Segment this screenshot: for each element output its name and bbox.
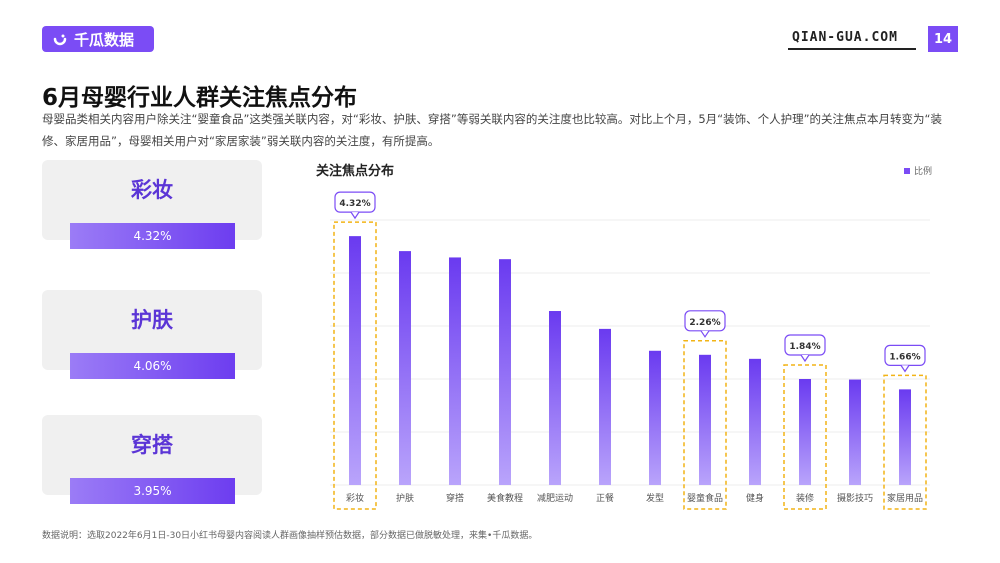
bar-1 [349,236,361,485]
bar-3 [449,257,461,485]
footnote: 数据说明：选取2022年6月1日-30日小红书母婴内容阅读人群画像抽样预估数据，… [42,531,538,541]
x-tick-label: 减肥运动 [537,492,573,504]
card-value: 4.32% [70,223,235,249]
callout-pointer [350,211,360,220]
page-title: 6月母婴行业人群关注焦点分布 [42,85,358,111]
bar-10 [799,379,811,485]
page-description: 母婴品类相关内容用户除关注“婴童食品”这类强关联内容，对“彩妆、护肤、穿搭”等弱… [42,112,943,148]
x-tick-label: 护肤 [396,492,414,504]
bar-12 [899,389,911,485]
brand-logo: 千瓜数据 [42,26,154,52]
chart-title: 关注焦点分布 [316,164,395,179]
brand-name: 千瓜数据 [74,30,135,49]
data-label: 1.84% [789,342,820,352]
page-number: 14 [928,26,958,52]
x-tick-label: 发型 [646,492,664,504]
bar-2 [399,251,411,485]
bar-8 [699,354,711,485]
site-url: QIAN-GUA.COM [792,30,898,45]
legend-swatch [904,167,910,174]
callout-pointer [700,330,710,338]
data-label: 2.26% [689,318,720,328]
site-underline [788,48,916,50]
bar-9 [749,358,761,485]
x-tick-label: 健身 [746,492,764,504]
x-tick-label: 美食教程 [487,492,523,504]
x-tick-label: 家居用品 [887,492,923,504]
data-label: 1.66% [889,352,920,362]
card-label: 穿搭 [131,433,173,457]
logo-icon [53,34,67,46]
callout-pointer [900,365,910,373]
card-value: 3.95% [70,478,235,504]
highlight-card-1: 彩妆 4.32% [42,160,262,249]
callout-pointer [800,354,810,363]
x-tick-label: 装修 [796,492,814,504]
x-tick-label: 彩妆 [346,492,364,504]
bar-4 [499,259,511,485]
highlight-card-2: 护肤 4.06% [42,290,262,379]
card-label: 护肤 [131,308,173,332]
chart-legend: 比例 [904,164,932,177]
card-label: 彩妆 [131,178,173,202]
x-tick-label: 婴童食品 [687,492,723,504]
x-tick-label: 摄影技巧 [837,492,873,504]
card-value: 4.06% [70,353,235,379]
bar-11 [849,379,861,485]
bar-5 [549,311,561,485]
bar-7 [649,350,661,485]
x-tick-label: 正餐 [596,492,614,504]
bar-chart: 彩妆 4.32% 护肤 穿搭 美食教程 减肥运动 正餐 发型 婴童食品 2.26% 健身 装修 1.84… [330,191,930,510]
x-tick-label: 穿搭 [446,492,464,504]
highlight-card-3: 穿搭 3.95% [42,415,262,504]
data-label: 4.32% [339,199,370,209]
legend-label: 比例 [914,167,933,177]
bar-6 [599,328,611,485]
